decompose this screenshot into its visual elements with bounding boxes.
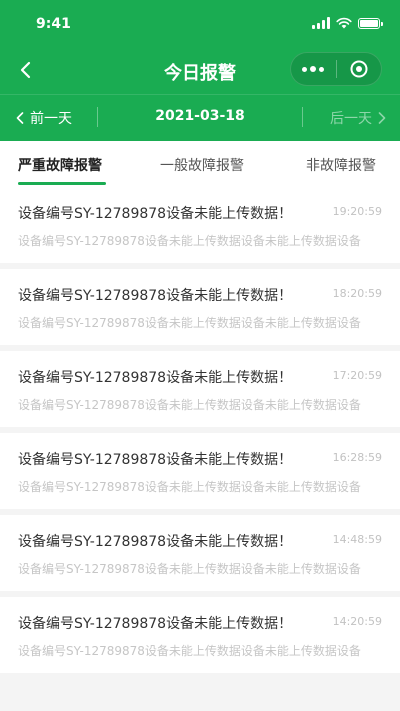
tab-severe-fault[interactable]: 严重故障报警 bbox=[18, 155, 102, 175]
status-time: 9:41 bbox=[36, 16, 71, 32]
alarm-card[interactable]: 设备编号SY-12789878设备未能上传数据！ 14:20:59 设备编号SY… bbox=[0, 597, 400, 673]
wifi-icon bbox=[336, 17, 352, 29]
battery-icon bbox=[358, 17, 383, 29]
status-bar: 9:41 bbox=[0, 0, 400, 48]
alarm-card[interactable]: 设备编号SY-12789878设备未能上传数据！ 14:48:59 设备编号SY… bbox=[0, 515, 400, 591]
alarm-title: 设备编号SY-12789878设备未能上传数据！ bbox=[18, 288, 293, 304]
alarm-time: 14:20:59 bbox=[332, 615, 382, 628]
signal-icon bbox=[312, 17, 330, 29]
alarm-title: 设备编号SY-12789878设备未能上传数据！ bbox=[18, 616, 293, 632]
alarm-description: 设备编号SY-12789878设备未能上传数据设备未能上传数据设备 bbox=[18, 644, 361, 658]
more-icon[interactable] bbox=[291, 66, 336, 72]
alarm-title: 设备编号SY-12789878设备未能上传数据！ bbox=[18, 452, 293, 468]
alarm-time: 17:20:59 bbox=[332, 369, 382, 382]
alarm-description: 设备编号SY-12789878设备未能上传数据设备未能上传数据设备 bbox=[18, 480, 361, 494]
alarm-time: 16:28:59 bbox=[332, 451, 382, 464]
target-icon[interactable] bbox=[337, 59, 382, 79]
alarm-tabs: 严重故障报警 一般故障报警 非故障报警 bbox=[0, 141, 400, 187]
tab-general-fault[interactable]: 一般故障报警 bbox=[160, 155, 244, 175]
chevron-right-icon bbox=[378, 112, 386, 124]
alarm-description: 设备编号SY-12789878设备未能上传数据设备未能上传数据设备 bbox=[18, 562, 361, 576]
alarm-title: 设备编号SY-12789878设备未能上传数据！ bbox=[18, 534, 293, 550]
alarm-card[interactable]: 设备编号SY-12789878设备未能上传数据！ 17:20:59 设备编号SY… bbox=[0, 351, 400, 427]
alarm-card[interactable]: 设备编号SY-12789878设备未能上传数据！ 16:28:59 设备编号SY… bbox=[0, 433, 400, 509]
tab-non-fault[interactable]: 非故障报警 bbox=[306, 155, 376, 175]
date-divider-right bbox=[302, 107, 303, 127]
alarm-time: 18:20:59 bbox=[332, 287, 382, 300]
alarm-title: 设备编号SY-12789878设备未能上传数据！ bbox=[18, 370, 293, 386]
alarm-title: 设备编号SY-12789878设备未能上传数据！ bbox=[18, 206, 293, 222]
alarm-description: 设备编号SY-12789878设备未能上传数据设备未能上传数据设备 bbox=[18, 316, 361, 330]
alarm-time: 14:48:59 bbox=[332, 533, 382, 546]
alarm-description: 设备编号SY-12789878设备未能上传数据设备未能上传数据设备 bbox=[18, 398, 361, 412]
date-bar: 前一天 2021-03-18 后一天 bbox=[0, 94, 400, 141]
next-day-button[interactable]: 后一天 bbox=[330, 108, 386, 128]
alarm-card[interactable]: 设备编号SY-12789878设备未能上传数据！ 18:20:59 设备编号SY… bbox=[0, 269, 400, 345]
next-day-label: 后一天 bbox=[330, 111, 372, 127]
nav-bar: 今日报警 bbox=[0, 48, 400, 94]
active-tab-indicator bbox=[18, 182, 106, 185]
app-header: 9:41 今日报警 前一天 2021-03-18 后一天 bbox=[0, 0, 400, 141]
mini-program-capsule bbox=[290, 52, 382, 86]
status-icons bbox=[312, 17, 383, 29]
alarm-card[interactable]: 设备编号SY-12789878设备未能上传数据！ 19:20:59 设备编号SY… bbox=[0, 187, 400, 263]
alarm-time: 19:20:59 bbox=[332, 205, 382, 218]
alarm-description: 设备编号SY-12789878设备未能上传数据设备未能上传数据设备 bbox=[18, 234, 361, 248]
